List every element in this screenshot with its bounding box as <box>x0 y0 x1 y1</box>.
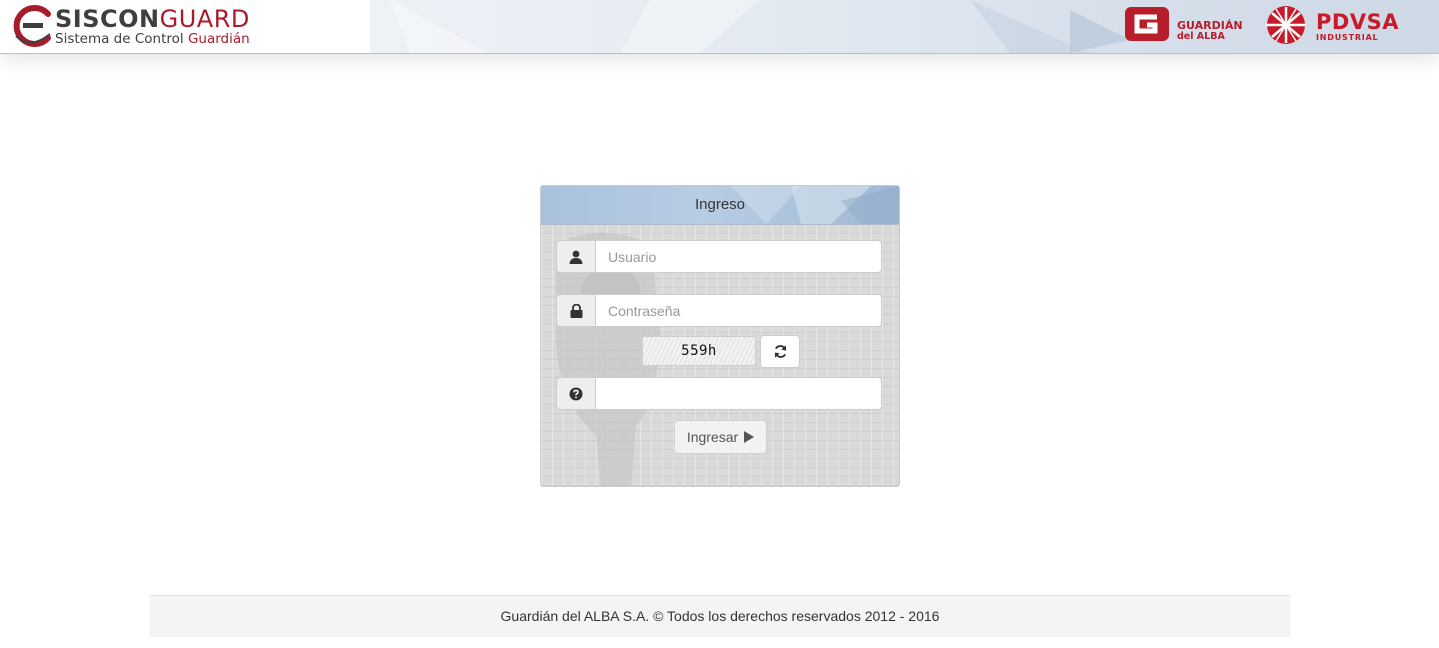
lock-addon <box>556 294 596 327</box>
ingresar-button[interactable]: Ingresar <box>674 420 767 454</box>
guardian-logo-text: GUARDIÁN del ALBA <box>1177 19 1243 42</box>
play-icon <box>744 431 755 443</box>
login-panel: Ingreso Usuario 559h Ingresar <box>540 185 900 487</box>
login-panel-heading: Ingreso <box>541 186 899 225</box>
lock-icon <box>570 303 582 318</box>
question-circle-icon <box>569 387 583 400</box>
captcha-group <box>556 377 882 410</box>
refresh-icon <box>774 345 786 358</box>
captcha-input[interactable] <box>595 377 882 410</box>
password-group <box>556 294 882 327</box>
footer: Guardián del ALBA S.A. © Todos los derec… <box>150 595 1290 637</box>
username-input[interactable] <box>595 240 882 273</box>
ingresar-label: Ingresar <box>686 429 739 445</box>
brand-name: SISCONGUARD <box>55 5 250 33</box>
pdvsa-name: PDVSA <box>1316 10 1399 34</box>
guardian-logo-icon <box>1125 7 1169 41</box>
question-addon <box>556 377 596 410</box>
login-panel-body: 559h Ingresar <box>541 225 899 486</box>
top-header: SISCONGUARD Sistema de Control Guardián … <box>0 0 1439 54</box>
captcha-text: 559h <box>681 343 717 359</box>
username-group <box>556 240 882 273</box>
brand-subtitle: Sistema de Control Guardián <box>55 31 250 47</box>
pdvsa-sun-logo-icon <box>1266 6 1306 44</box>
user-icon <box>569 250 583 264</box>
brand-text: SISCONGUARD Sistema de Control Guardián <box>55 7 250 46</box>
login-title: Ingreso <box>694 196 746 213</box>
copyright-text: Guardián del ALBA S.A. © Todos los derec… <box>500 608 940 624</box>
password-input[interactable] <box>595 294 882 327</box>
pdvsa-subtitle: INDUSTRIAL <box>1316 33 1379 42</box>
refresh-captcha-button[interactable] <box>760 335 800 368</box>
captcha-image: 559h <box>642 336 756 366</box>
sisconguard-logo-icon <box>13 5 51 47</box>
user-addon <box>556 240 596 273</box>
